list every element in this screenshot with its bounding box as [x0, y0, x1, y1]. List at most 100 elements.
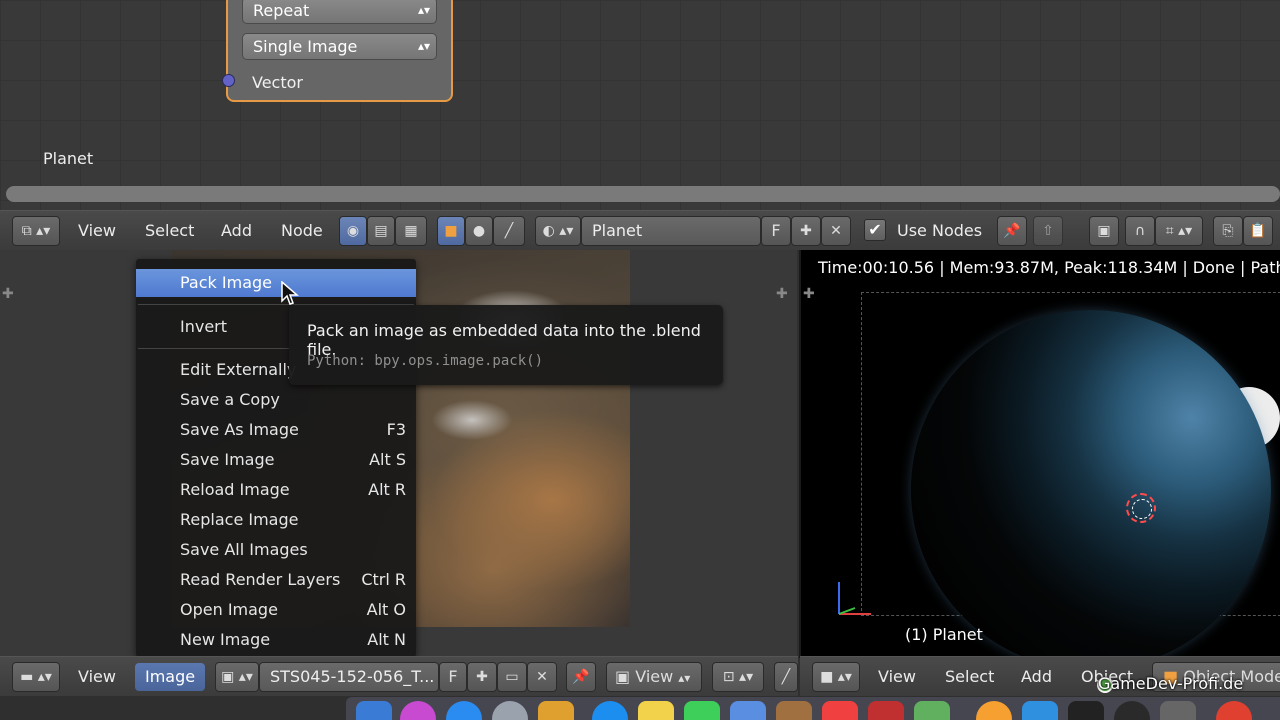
render-stats-text: Time:00:10.56 | Mem:93.87M, Peak:118.34M…: [818, 258, 1280, 277]
copy-nodes-button[interactable]: ⎘: [1213, 216, 1243, 246]
use-nodes-checkbox[interactable]: ✔: [864, 219, 886, 241]
menu-item-label: Read Render Layers: [180, 570, 341, 589]
menu-item-label: Replace Image: [180, 510, 299, 529]
snap-button[interactable]: ∩: [1125, 216, 1155, 246]
brush-icon: ╱: [504, 223, 514, 239]
view-mode-dropdown[interactable]: ▣ View ▴▾: [606, 662, 702, 692]
launchpad-icon[interactable]: [492, 701, 528, 720]
menu-item-read-render-layers[interactable]: Read Render Layers Ctrl R: [136, 566, 416, 594]
copy-icon: ⎘: [1222, 223, 1234, 239]
material-browse-button[interactable]: ◐ ▴▾: [535, 216, 581, 246]
fake-user-button[interactable]: F: [761, 216, 791, 246]
operator-tooltip: Pack an image as embedded data into the …: [289, 305, 723, 385]
editor-type-selector[interactable]: ▬ ▴▾: [12, 662, 60, 692]
line-style-button[interactable]: ╱: [493, 216, 525, 246]
backdrop-button[interactable]: ▣: [1089, 216, 1119, 246]
checker-texture-icon: ▦: [404, 223, 418, 239]
steam-icon[interactable]: [1114, 701, 1150, 720]
terminal-icon[interactable]: [1068, 701, 1104, 720]
3d-viewport-area[interactable]: Time:00:10.56 | Mem:93.87M, Peak:118.34M…: [799, 250, 1280, 658]
image-browse-button[interactable]: ▣ ▴▾: [215, 662, 259, 692]
menu-item-pack-image[interactable]: Pack Image: [136, 269, 416, 297]
editor-type-selector[interactable]: ⧉ ▴▾: [12, 216, 60, 246]
pin-button[interactable]: 📌: [997, 216, 1027, 246]
calendar-icon[interactable]: [822, 701, 858, 720]
menu-image[interactable]: Image: [135, 663, 206, 691]
mail-icon[interactable]: [1022, 701, 1058, 720]
pin-button[interactable]: 📌: [566, 662, 596, 692]
source-dropdown-label: Single Image: [253, 37, 358, 56]
app-store-icon[interactable]: [592, 701, 628, 720]
menu-item-replace-image[interactable]: Replace Image: [136, 506, 416, 534]
folder-icon[interactable]: [776, 701, 812, 720]
horizontal-scrollbar[interactable]: [6, 186, 1280, 202]
node-editor-area[interactable]: Repeat ▴▾ Single Image ▴▾ Vector Planet: [0, 0, 1280, 210]
menu-add[interactable]: Add: [1021, 667, 1052, 687]
checkmark-icon: ✔: [868, 220, 882, 239]
editor-type-selector[interactable]: ■ ▴▾: [812, 662, 860, 692]
menu-item-save-all-images[interactable]: Save All Images: [136, 536, 416, 564]
object-shader-button[interactable]: ■: [437, 216, 465, 246]
menu-item-reload-image[interactable]: Reload Image Alt R: [136, 476, 416, 504]
photo-booth-icon[interactable]: [868, 701, 904, 720]
unlink-image-button[interactable]: ✕: [527, 662, 557, 692]
paste-nodes-button[interactable]: 📋: [1243, 216, 1273, 246]
shader-nodes-button[interactable]: ◉: [339, 216, 367, 246]
menu-item-new-image[interactable]: New Image Alt N: [136, 626, 416, 654]
paint-mode-button[interactable]: ╱: [774, 662, 798, 692]
material-name-text: Planet: [592, 221, 643, 240]
image-name-field[interactable]: STS045-152-056_T...: [259, 662, 439, 692]
safari-icon[interactable]: [446, 701, 482, 720]
menu-node[interactable]: Node: [281, 221, 323, 241]
photos-app-icon[interactable]: [976, 701, 1012, 720]
pivot-icon: ⊡ ▴▾: [722, 669, 754, 685]
vector-input-socket[interactable]: [222, 74, 235, 87]
material-name-field[interactable]: Planet: [581, 216, 761, 246]
siri-icon[interactable]: [400, 701, 436, 720]
menu-view[interactable]: View: [78, 667, 116, 687]
open-image-button[interactable]: ▭: [497, 662, 527, 692]
finder-icon[interactable]: [356, 701, 392, 720]
menu-item-save-as-image[interactable]: Save As Image F3: [136, 416, 416, 444]
region-expand-icon[interactable]: ✚: [2, 286, 14, 302]
menu-select[interactable]: Select: [945, 667, 994, 687]
preview-icon[interactable]: [730, 701, 766, 720]
source-dropdown[interactable]: Single Image ▴▾: [242, 33, 437, 60]
pivot-dropdown[interactable]: ⊡ ▴▾: [712, 662, 764, 692]
menu-item-save-a-copy[interactable]: Save a Copy: [136, 386, 416, 414]
new-material-button[interactable]: ✚: [791, 216, 821, 246]
image-texture-node[interactable]: Repeat ▴▾ Single Image ▴▾ Vector: [222, 0, 453, 102]
notes-icon[interactable]: [638, 701, 674, 720]
menu-item-open-image[interactable]: Open Image Alt O: [136, 596, 416, 624]
axis-gizmo-icon: [838, 582, 871, 615]
compositing-nodes-button[interactable]: ▤: [367, 216, 395, 246]
extension-dropdown[interactable]: Repeat ▴▾: [242, 0, 437, 24]
menu-add[interactable]: Add: [221, 221, 252, 241]
menu-view[interactable]: View: [878, 667, 916, 687]
photos-icon[interactable]: [538, 701, 574, 720]
chrome-icon[interactable]: [1216, 701, 1252, 720]
region-expand-icon[interactable]: ✚: [803, 286, 815, 302]
unlink-material-button[interactable]: ✕: [821, 216, 851, 246]
menu-item-shortcut: Alt O: [366, 600, 406, 619]
fake-user-button[interactable]: F: [439, 662, 467, 692]
region-expand-icon[interactable]: ✚: [776, 286, 788, 302]
world-shader-button[interactable]: ●: [465, 216, 493, 246]
magnet-icon: ∩: [1134, 223, 1146, 239]
menu-image-label: Image: [145, 667, 196, 686]
menu-item-shortcut: Alt S: [369, 450, 406, 469]
menu-item-label: Save a Copy: [180, 390, 280, 409]
menu-item-save-image[interactable]: Save Image Alt S: [136, 446, 416, 474]
menu-select[interactable]: Select: [145, 221, 194, 241]
maps-icon[interactable]: [914, 701, 950, 720]
system-prefs-icon[interactable]: [1160, 701, 1196, 720]
node-frame-label: Planet: [43, 149, 94, 168]
new-image-button[interactable]: ✚: [467, 662, 497, 692]
parent-tree-button[interactable]: ⇧: [1033, 216, 1063, 246]
fake-user-label: F: [448, 667, 458, 686]
3d-cursor-icon[interactable]: [1126, 493, 1156, 523]
texture-nodes-button[interactable]: ▦: [395, 216, 427, 246]
snap-element-dropdown[interactable]: ⌗ ▴▾: [1155, 216, 1203, 246]
menu-view[interactable]: View: [78, 221, 116, 241]
facetime-icon[interactable]: [684, 701, 720, 720]
